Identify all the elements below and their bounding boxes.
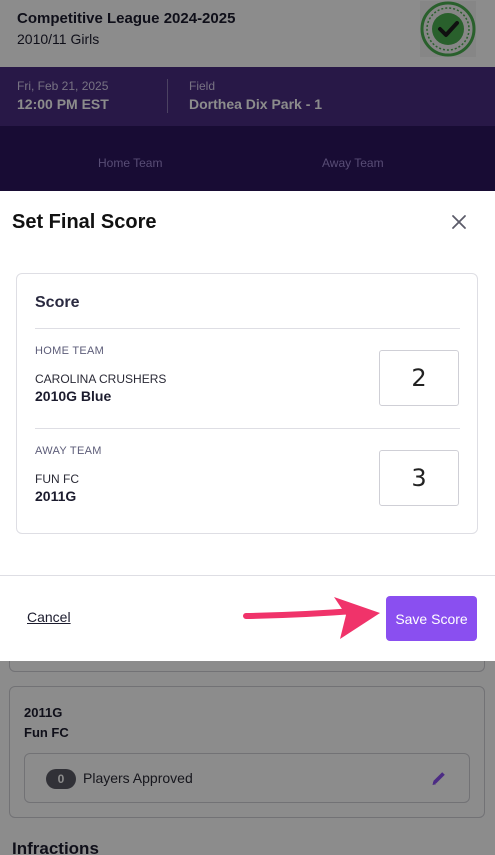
home-team-name: 2010G Blue (35, 388, 112, 404)
set-final-score-modal: Set Final Score Score HOME TEAM CAROLINA… (0, 191, 495, 661)
away-score-input[interactable] (379, 450, 459, 506)
score-heading: Score (35, 294, 80, 311)
pointing-arrow-icon (243, 597, 380, 639)
home-score-input[interactable] (379, 350, 459, 406)
home-club-name: CAROLINA CRUSHERS (35, 372, 167, 386)
score-card: Score HOME TEAM CAROLINA CRUSHERS 2010G … (16, 273, 478, 534)
close-icon[interactable] (449, 212, 469, 232)
divider (35, 328, 460, 329)
away-team-name: 2011G (35, 488, 77, 504)
away-club-name: FUN FC (35, 472, 79, 486)
away-team-label: AWAY TEAM (35, 445, 102, 457)
home-team-label: HOME TEAM (35, 345, 105, 357)
save-score-button[interactable]: Save Score (386, 596, 477, 641)
modal-title: Set Final Score (12, 211, 157, 233)
footer-divider (0, 575, 495, 576)
divider (35, 428, 460, 429)
cancel-button[interactable]: Cancel (27, 609, 71, 625)
